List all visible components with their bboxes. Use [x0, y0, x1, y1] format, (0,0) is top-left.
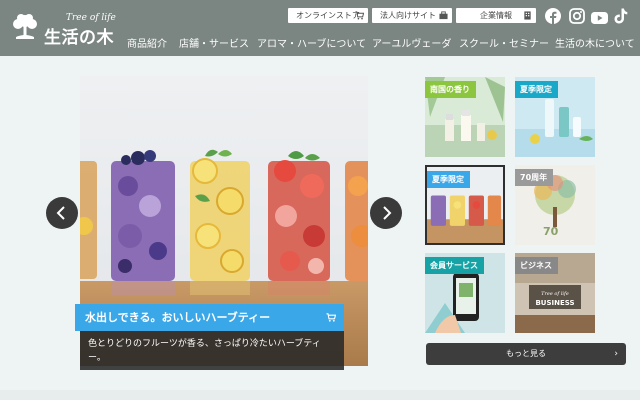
nav-school-seminar[interactable]: スクール・セミナー: [459, 35, 549, 50]
nav-aroma-herb[interactable]: アロマ・ハーブについて: [257, 35, 366, 50]
see-more-label: もっと見る: [506, 349, 546, 358]
chevron-left-icon: [56, 206, 65, 220]
business-sign-sub: Tree of life: [541, 291, 569, 297]
business-sign-main: BUSINESS: [535, 299, 574, 307]
youtube-icon[interactable]: [591, 9, 608, 27]
tree-logo-icon: [13, 14, 37, 39]
briefcase-icon: [439, 11, 448, 20]
chevron-right-icon: ›: [614, 349, 618, 359]
hero-description-box: 色とりどりのフルーツが香る、さっぱり冷たいハーブティー。: [80, 331, 344, 370]
hero-title-bar[interactable]: 水出しできる。おいしいハーブティー: [75, 304, 344, 331]
slider-prev-button[interactable]: [46, 197, 78, 229]
tile-label: 会員サービス: [425, 257, 484, 274]
nav-products[interactable]: 商品紹介: [127, 35, 167, 50]
nav-stores-services[interactable]: 店舗・サービス: [179, 35, 249, 50]
tile-summer-limited-1[interactable]: 夏季限定: [515, 77, 595, 157]
company-info-label: 企業情報: [480, 11, 512, 20]
tile-label: 夏季限定: [427, 171, 470, 188]
tile-label: 70周年: [515, 169, 554, 186]
slider-next-button[interactable]: [370, 197, 402, 229]
facebook-icon[interactable]: [545, 7, 561, 25]
cart-icon: [326, 313, 336, 322]
tile-summer-limited-2[interactable]: 夏季限定: [425, 165, 505, 245]
logo-subtitle: Tree of life: [66, 13, 116, 23]
hero-title: 水出しできる。おいしいハーブティー: [85, 311, 271, 324]
building-icon: [524, 11, 531, 20]
corporate-site-label: 法人向けサイト: [380, 11, 436, 20]
cart-icon: [355, 11, 364, 20]
tiktok-icon[interactable]: [614, 7, 628, 25]
corporate-site-link[interactable]: 法人向けサイト: [372, 8, 452, 23]
nav-about-company[interactable]: 生活の木について: [555, 35, 635, 50]
tile-label: ビジネス: [515, 257, 558, 274]
chevron-right-icon: [383, 206, 392, 220]
tile-tropical-scent[interactable]: 南国の香り: [425, 77, 505, 157]
tile-label: 南国の香り: [425, 81, 476, 98]
tile-label: 夏季限定: [515, 81, 558, 98]
company-info-link[interactable]: 企業情報: [456, 8, 536, 23]
online-store-label: オンラインストア: [296, 11, 360, 20]
logo-title: 生活の木: [44, 28, 114, 48]
see-more-button[interactable]: もっと見る ›: [426, 343, 626, 365]
site-logo[interactable]: Tree of life 生活の木: [10, 10, 120, 48]
nav-ayurveda[interactable]: アーユルヴェーダ: [372, 35, 451, 50]
tile-70th-anniversary[interactable]: 70 70周年: [515, 165, 595, 245]
section-divider: [0, 390, 640, 400]
tile-business[interactable]: Tree of life BUSINESS ビジネス: [515, 253, 595, 333]
site-header: Tree of life 生活の木 オンラインストア 法人向けサイト 企業情報 …: [0, 0, 640, 56]
tile-member-service[interactable]: 会員サービス: [425, 253, 505, 333]
hero-description: 色とりどりのフルーツが香る、さっぱり冷たいハーブティー。: [88, 339, 321, 363]
online-store-link[interactable]: オンラインストア: [288, 8, 368, 23]
anniversary-mark: 70: [543, 225, 559, 238]
instagram-icon[interactable]: [569, 7, 585, 25]
